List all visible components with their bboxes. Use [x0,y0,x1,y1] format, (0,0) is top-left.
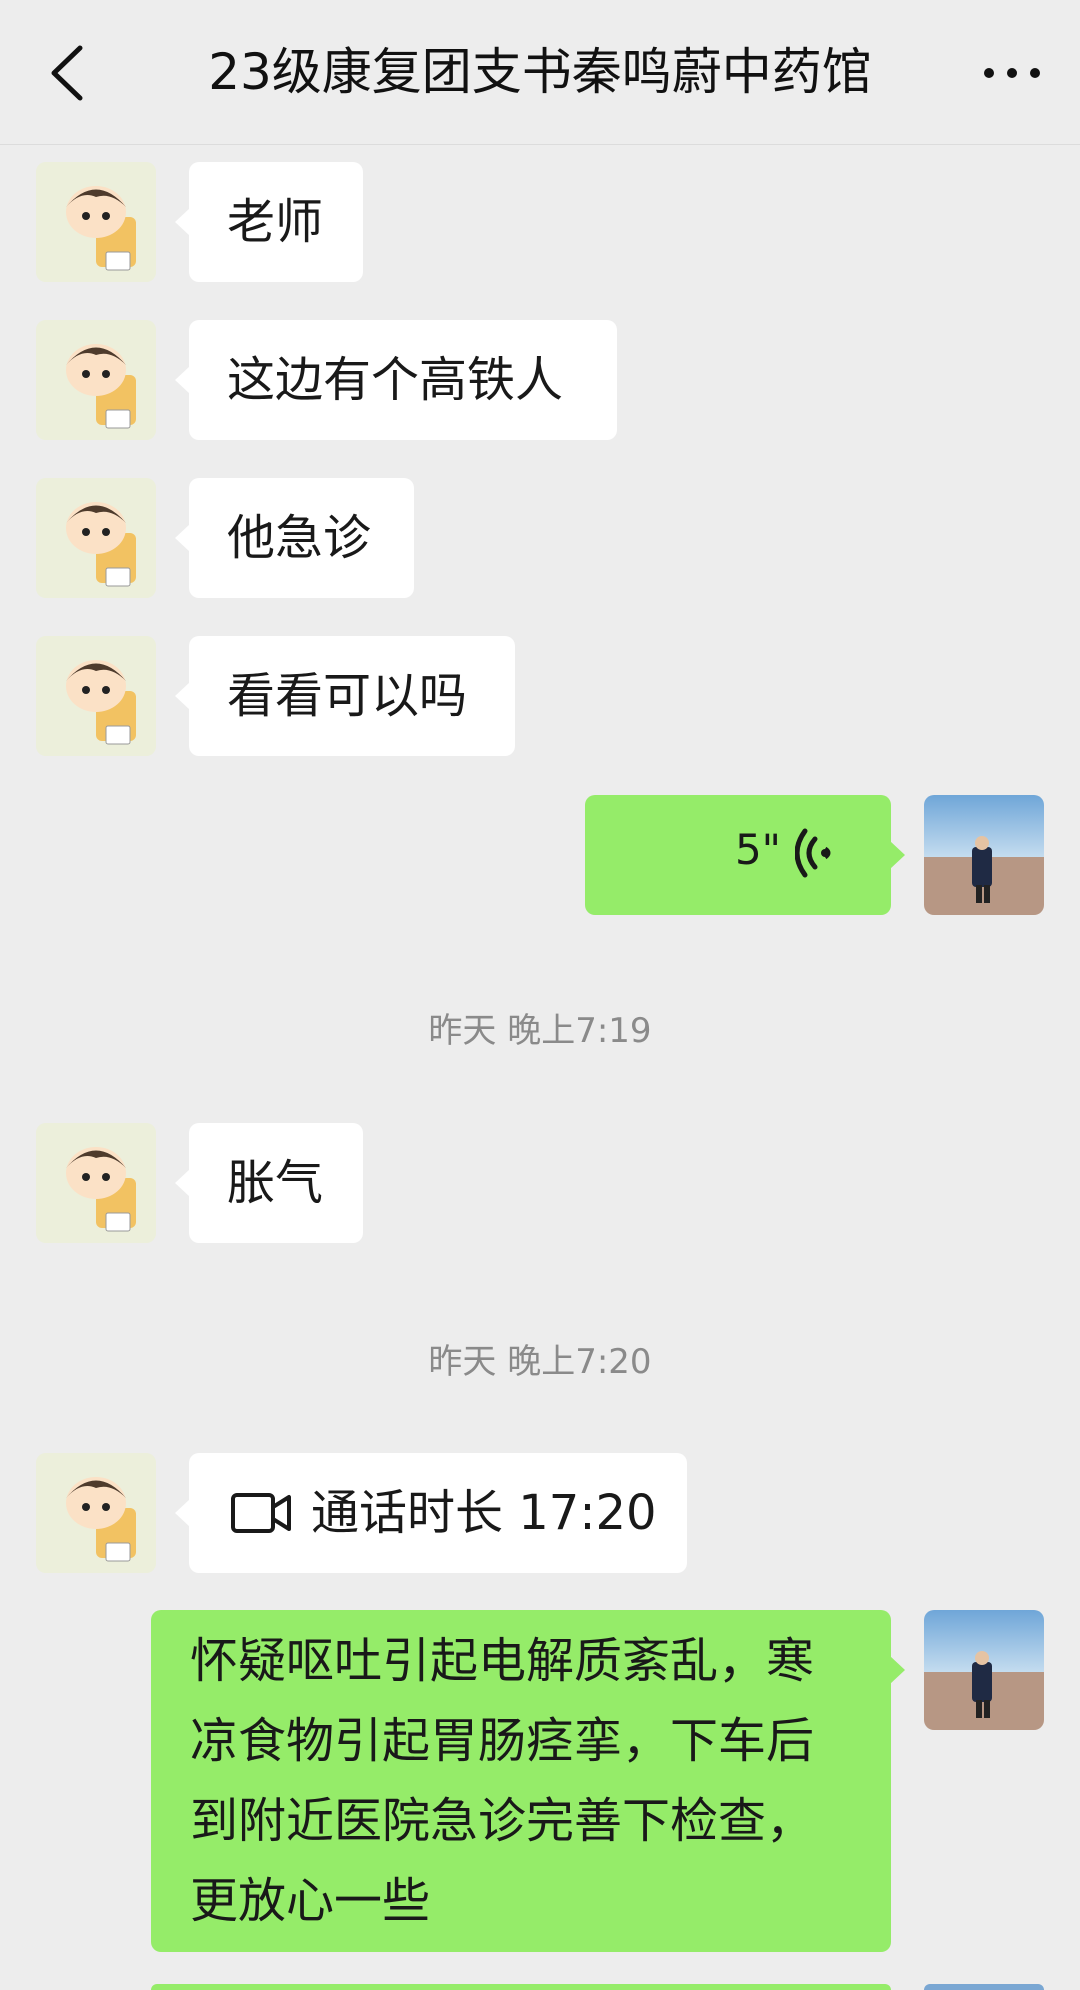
chevron-left-icon[interactable] [44,40,90,106]
message-text: 他急诊 [227,510,372,566]
message-row: 老师 [0,162,1080,282]
message-text: 胀气 [227,1155,324,1211]
timestamp-divider: 昨天 晚上7:20 [428,1342,652,1382]
message-row-self: 怀疑呕吐引起电解质紊乱，寒凉食物引起胃肠痉挛，下车后到附近医院急诊完善下检查，更… [0,1610,1080,1952]
contact-avatar[interactable] [36,162,156,282]
more-dots-icon[interactable] [980,52,1044,92]
message-row: 他急诊 [0,478,1080,598]
next-message-bubble-partial [151,1984,891,1990]
voice-wave-icon [794,825,841,881]
video-call-icon [231,1491,291,1535]
user-avatar[interactable] [924,1610,1044,1730]
contact-avatar[interactable] [36,1123,156,1243]
message-text: 看看可以吗 [227,668,468,724]
call-record-bubble[interactable]: 通话时长 17:20 [175,1453,687,1573]
message-row-self: 5" [0,795,1080,915]
message-row: 看看可以吗 [0,636,1080,756]
timestamp-divider: 昨天 晚上7:19 [428,1011,652,1051]
voice-duration: 5" [734,825,781,874]
contact-avatar[interactable] [36,1453,156,1573]
call-duration-text: 通话时长 17:20 [311,1485,657,1541]
chat-screen: 23级康复团支书秦鸣蔚中药馆 老师 这边有个高铁人 他急诊 看看可以吗 5" 昨… [0,0,1080,1990]
chat-title: 23级康复团支书秦鸣蔚中药馆 [208,43,872,101]
message-bubble[interactable]: 他急诊 [175,478,414,598]
message-row: 这边有个高铁人 [0,320,1080,440]
message-row: 通话时长 17:20 [0,1453,1080,1573]
contact-avatar[interactable] [36,320,156,440]
message-bubble-self[interactable]: 怀疑呕吐引起电解质紊乱，寒凉食物引起胃肠痉挛，下车后到附近医院急诊完善下检查，更… [151,1610,905,1952]
message-bubble[interactable]: 看看可以吗 [175,636,515,756]
message-text: 怀疑呕吐引起电解质紊乱，寒凉食物引起胃肠痉挛，下车后到附近医院急诊完善下检查，更… [190,1633,815,1929]
voice-message-bubble[interactable]: 5" [585,795,905,915]
chat-header: 23级康复团支书秦鸣蔚中药馆 [0,0,1080,145]
message-text: 老师 [227,194,324,250]
contact-avatar[interactable] [36,636,156,756]
message-text: 这边有个高铁人 [227,352,564,408]
user-avatar[interactable] [924,795,1044,915]
message-bubble[interactable]: 胀气 [175,1123,363,1243]
message-bubble[interactable]: 这边有个高铁人 [175,320,617,440]
contact-avatar[interactable] [36,478,156,598]
message-bubble[interactable]: 老师 [175,162,363,282]
user-avatar-partial [924,1984,1044,1990]
message-row: 胀气 [0,1123,1080,1243]
